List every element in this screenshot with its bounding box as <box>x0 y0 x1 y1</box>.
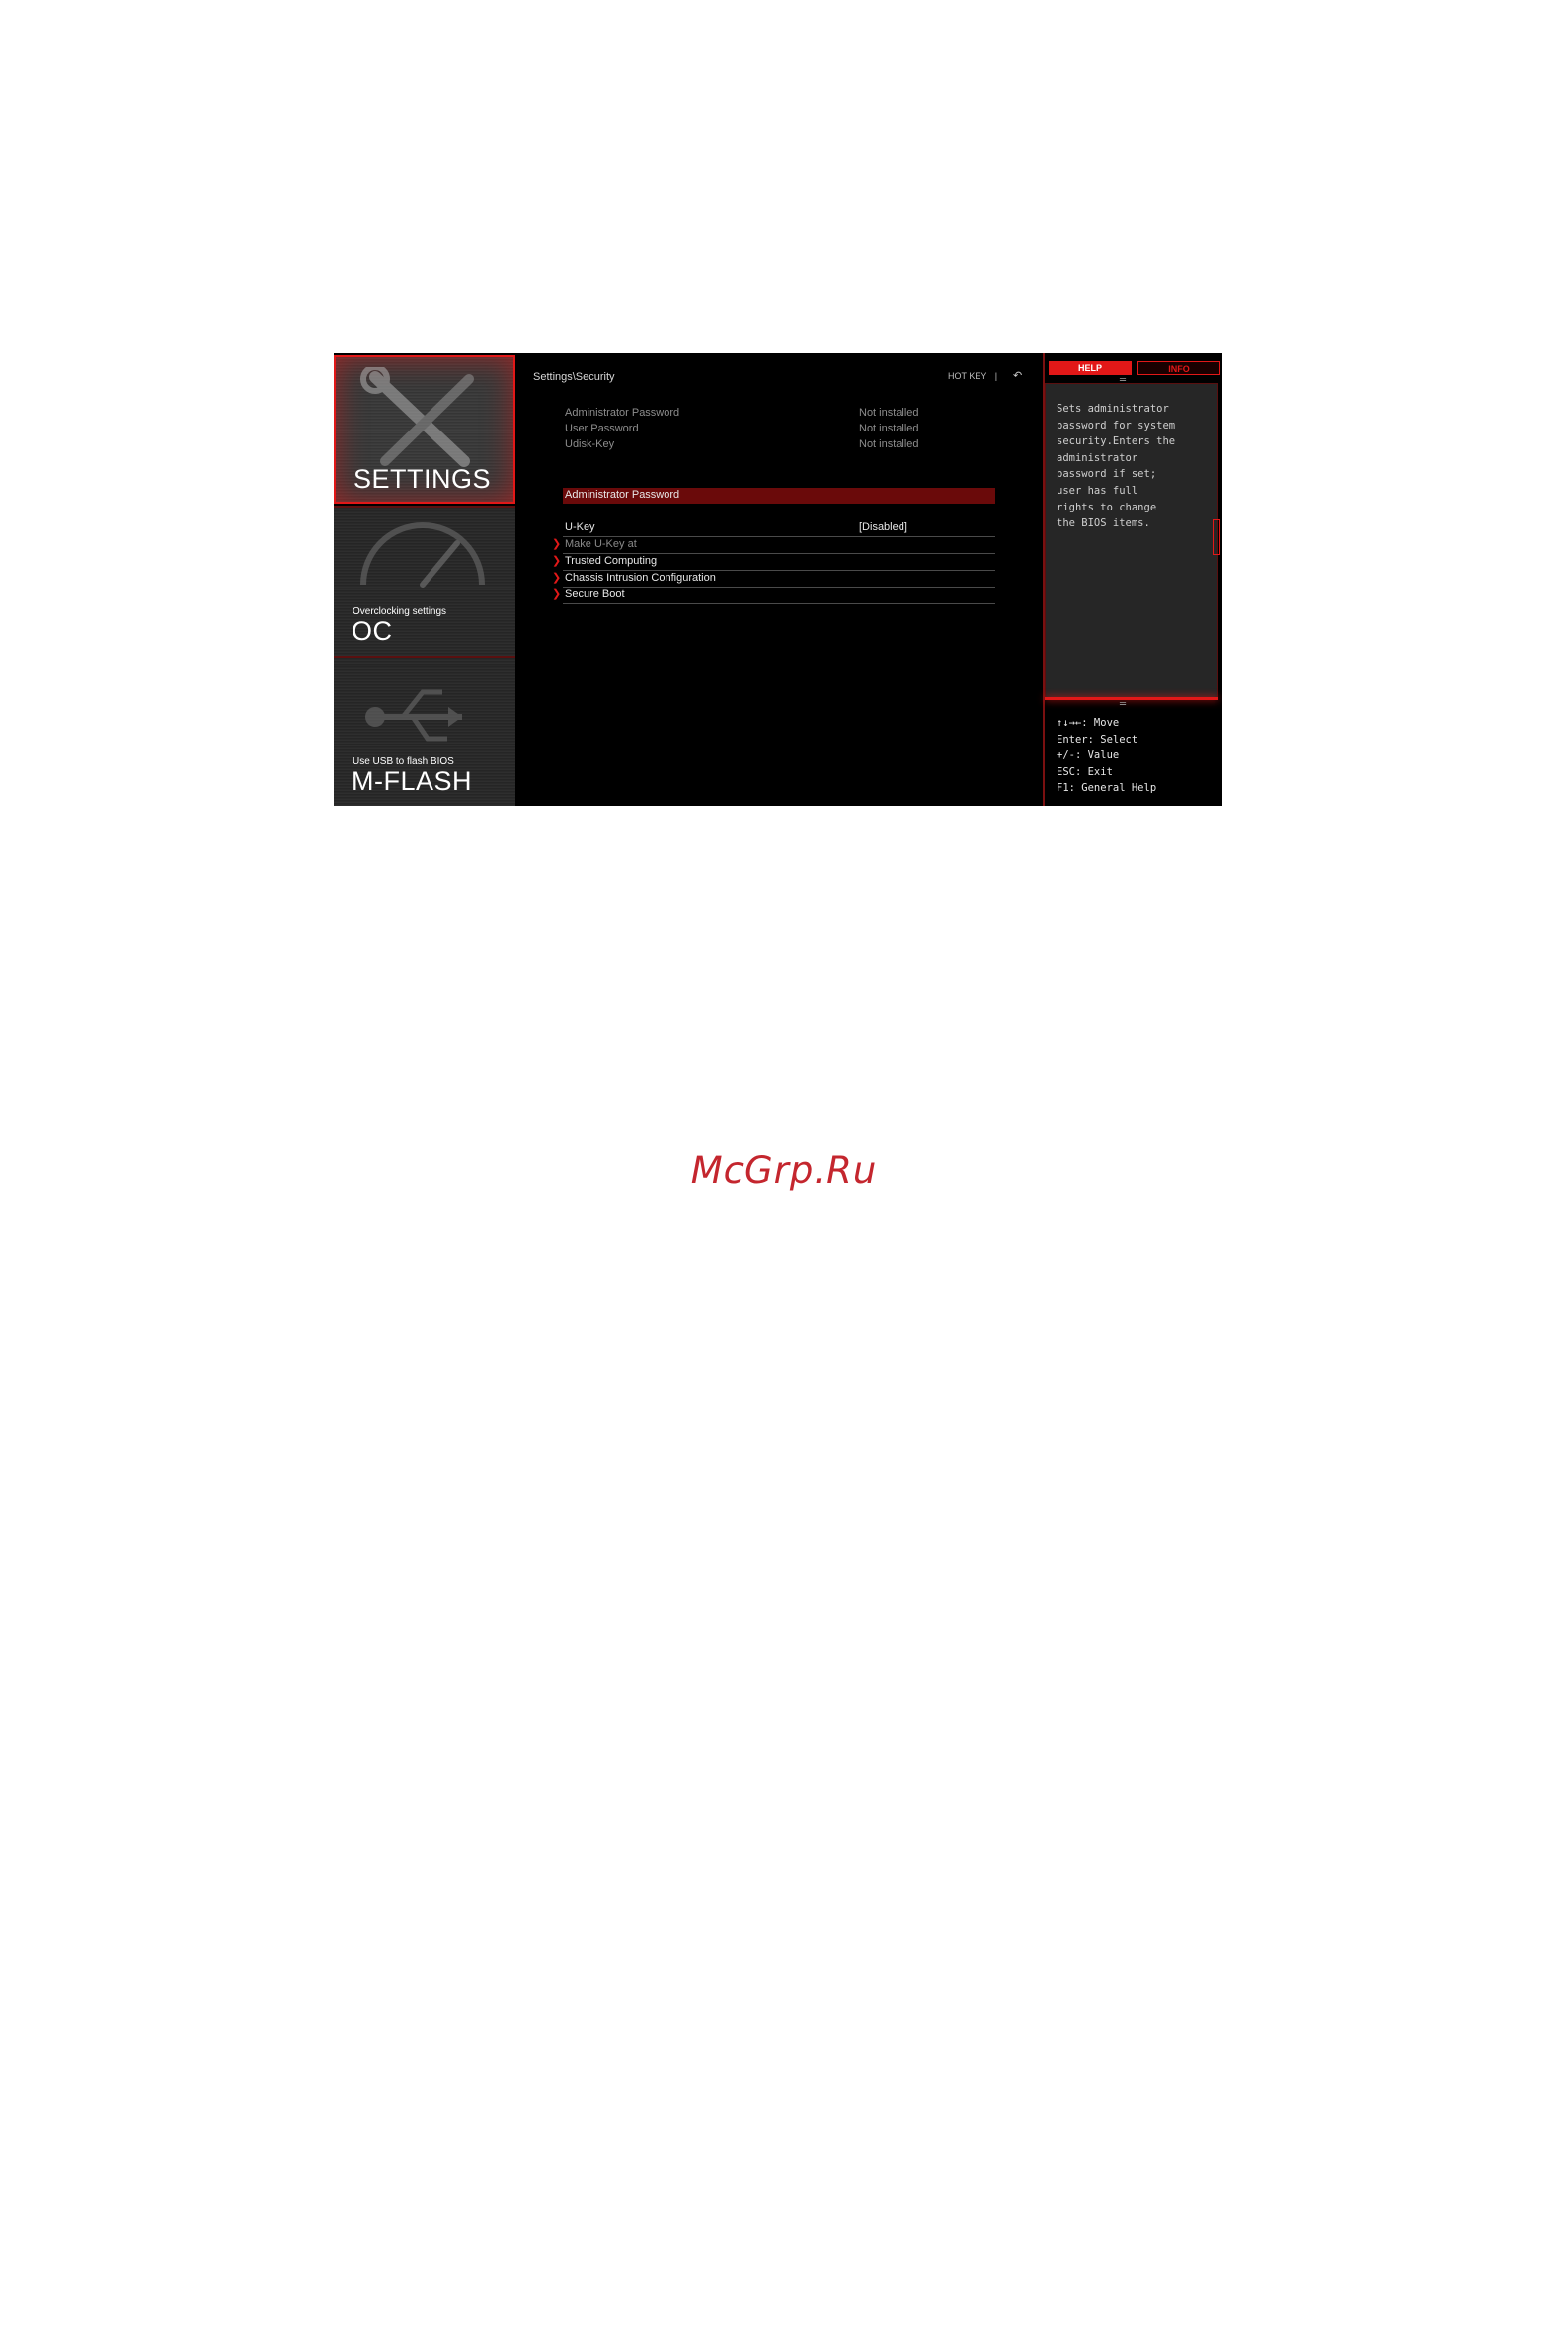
nav-mflash-tile[interactable]: Use USB to flash BIOS M-FLASH <box>334 658 515 806</box>
chevron-right-icon: ❯ <box>552 538 562 550</box>
menu-item-label: Make U-Key at <box>565 538 637 550</box>
menu-item-ukey[interactable]: U-Key [Disabled] <box>563 520 995 537</box>
tab-info[interactable]: INFO <box>1137 361 1220 375</box>
status-value: Not installed <box>859 423 919 434</box>
menu-item-trusted-computing[interactable]: ❯ Trusted Computing <box>552 554 995 571</box>
menu-item-label: Trusted Computing <box>565 555 658 567</box>
menu-item-label: Administrator Password <box>565 489 680 501</box>
scroll-down-icon[interactable]: ═ <box>1120 699 1126 710</box>
status-value: Not installed <box>859 407 919 419</box>
mflash-title: M-FLASH <box>352 766 473 796</box>
chevron-right-icon: ❯ <box>552 572 562 584</box>
nav-oc-tile[interactable]: Overclocking settings OC <box>334 508 515 656</box>
key-hint: F1: General Help <box>1057 782 1157 795</box>
usb-icon <box>365 689 462 742</box>
status-label: User Password <box>565 423 639 434</box>
tools-icon <box>360 367 474 467</box>
chevron-right-icon: ❯ <box>552 555 562 567</box>
key-hint: Enter: Select <box>1057 733 1138 745</box>
menu-item-label: U-Key <box>565 521 595 533</box>
status-row: Udisk-Key Not installed <box>563 437 995 453</box>
settings-title: SETTINGS <box>353 464 492 494</box>
key-legend: ↑↓→←: Move Enter: Select +/-: Value ESC:… <box>1057 715 1156 797</box>
chevron-right-icon: ❯ <box>552 588 562 600</box>
oc-title: OC <box>352 616 393 646</box>
menu-item-make-ukey[interactable]: ❯ Make U-Key at <box>552 537 995 554</box>
status-row: Administrator Password Not installed <box>563 406 995 422</box>
status-row: User Password Not installed <box>563 422 995 437</box>
key-hint: ↑↓→←: Move <box>1057 717 1120 729</box>
nav-settings-tile[interactable]: SETTINGS <box>334 355 515 504</box>
watermark: McGrp.Ru <box>690 1149 878 1192</box>
menu-item-secure-boot[interactable]: ❯ Secure Boot <box>552 588 995 604</box>
hotkey-text: HOT KEY <box>948 371 987 381</box>
panel-scrollbar[interactable] <box>1213 519 1220 555</box>
bios-screen: SETTINGS Overclocking settings OC Use US… <box>334 353 1222 806</box>
panel-accent-line <box>1045 697 1218 700</box>
menu-item-value: [Disabled] <box>859 521 907 533</box>
breadcrumb: Settings\Security <box>533 371 615 383</box>
status-value: Not installed <box>859 438 919 450</box>
status-label: Udisk-Key <box>565 438 615 450</box>
back-icon[interactable]: ↶ <box>1013 369 1022 382</box>
tab-help[interactable]: HELP <box>1049 361 1132 375</box>
hotkey-separator: | <box>994 371 998 381</box>
left-navigation: SETTINGS Overclocking settings OC Use US… <box>334 353 515 806</box>
scroll-up-icon[interactable]: ═ <box>1120 375 1126 386</box>
key-hint: ESC: Exit <box>1057 765 1113 778</box>
right-panel: HELP INFO ═ Sets administrator password … <box>1043 353 1222 806</box>
status-label: Administrator Password <box>565 407 680 419</box>
key-hint: +/-: Value <box>1057 749 1120 762</box>
menu-item-label: Chassis Intrusion Configuration <box>565 572 716 584</box>
menu-item-admin-password[interactable]: Administrator Password <box>563 488 995 504</box>
help-text: Sets administrator password for system s… <box>1057 403 1176 530</box>
hotkey-label[interactable]: HOT KEY | <box>948 371 997 381</box>
menu-item-chassis-intrusion[interactable]: ❯ Chassis Intrusion Configuration <box>552 571 995 588</box>
menu-item-label: Secure Boot <box>565 588 625 600</box>
gauge-icon <box>360 522 485 588</box>
